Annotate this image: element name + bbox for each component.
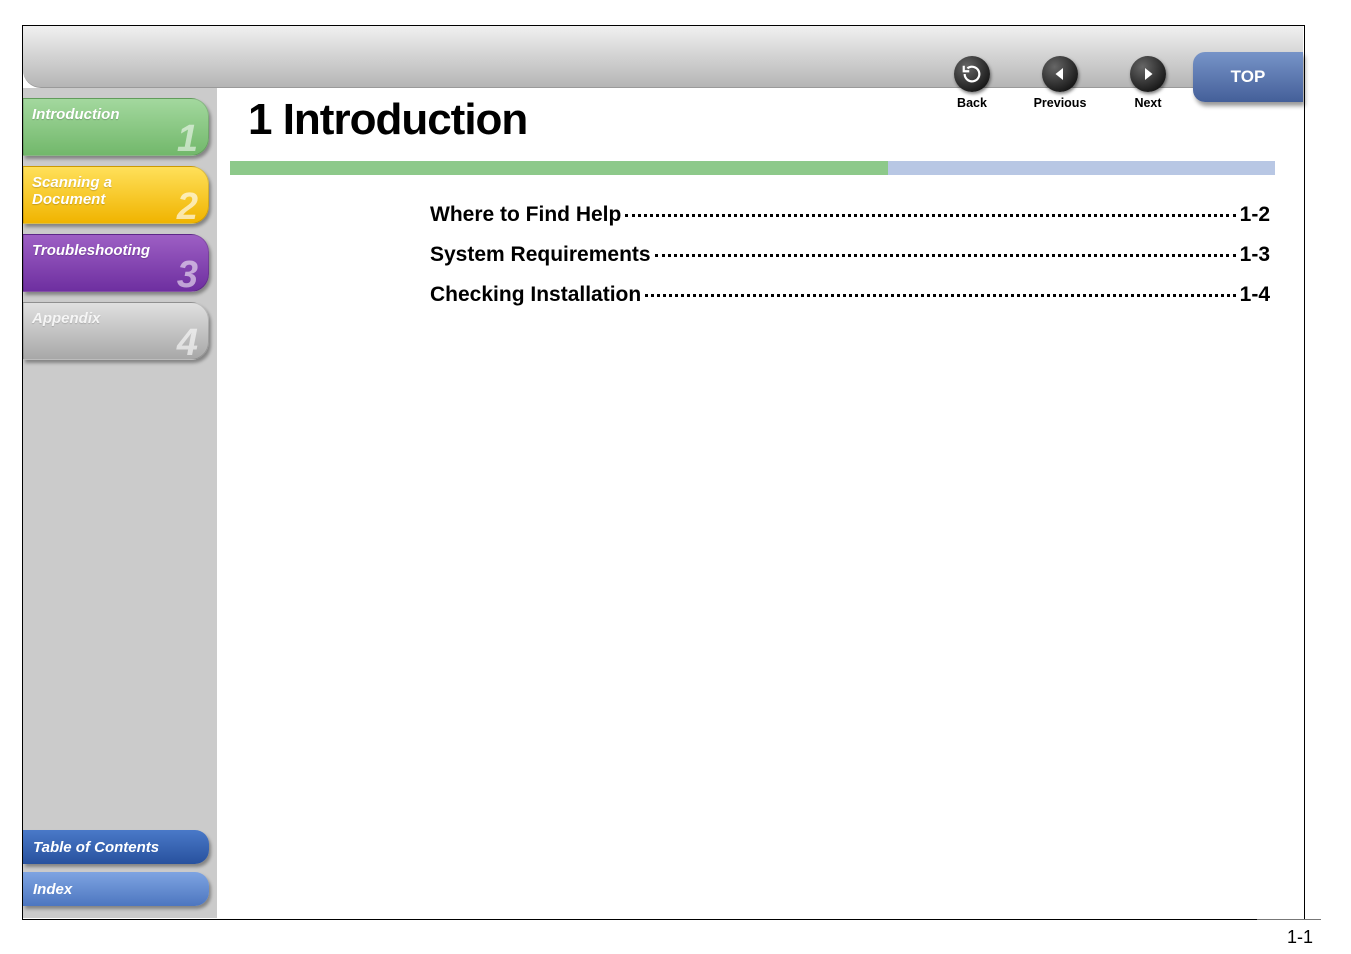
top-bar: Back Previous Next TOP [23, 26, 1303, 88]
toc-entry-page: 1-3 [1240, 243, 1270, 267]
sidebar-chapter-introduction[interactable]: Introduction 1 [23, 98, 209, 156]
top-label: TOP [1231, 67, 1266, 87]
index-label: Index [33, 881, 72, 898]
chapter-toc: Where to Find Help 1-2 System Requiremen… [430, 203, 1270, 307]
toc-entry-system-requirements[interactable]: System Requirements 1-3 [430, 243, 1270, 267]
sidebar-chapter-scanning[interactable]: Scanning a Document 2 [23, 166, 209, 224]
toc-label: Table of Contents [33, 839, 159, 856]
toc-leader-dots [645, 294, 1235, 297]
previous-icon [1042, 56, 1078, 92]
page-number-rule [1257, 919, 1321, 920]
toc-entry-page: 1-2 [1240, 203, 1270, 227]
chapter-number: 2 [177, 186, 198, 224]
chapter-label: Scanning a Document [32, 174, 112, 209]
table-of-contents-button[interactable]: Table of Contents [23, 830, 209, 864]
chapter-number: 4 [177, 322, 198, 360]
chapter-number: 1 [177, 118, 198, 156]
toc-entry-title: Checking Installation [430, 283, 641, 307]
page-title: 1 Introduction [248, 95, 1290, 145]
sidebar-chapter-appendix[interactable]: Appendix 4 [23, 302, 209, 360]
main-content: 1 Introduction Where to Find Help 1-2 Sy… [230, 95, 1290, 323]
sidebar: Introduction 1 Scanning a Document 2 Tro… [23, 88, 217, 918]
index-button[interactable]: Index [23, 872, 209, 906]
title-rule [230, 161, 1275, 175]
chapter-number: 3 [177, 254, 198, 292]
rule-blue [888, 161, 1275, 175]
toc-entry-title: Where to Find Help [430, 203, 621, 227]
chapter-label: Introduction [32, 106, 119, 123]
back-icon [954, 56, 990, 92]
sidebar-bottom-tabs: Table of Contents Index [23, 830, 217, 914]
chapter-label: Appendix [32, 310, 100, 327]
chapter-label: Troubleshooting [32, 242, 150, 259]
page-number: 1-1 [1287, 927, 1313, 948]
rule-green [230, 161, 888, 175]
next-icon [1130, 56, 1166, 92]
sidebar-chapter-troubleshooting[interactable]: Troubleshooting 3 [23, 234, 209, 292]
toc-entry-title: System Requirements [430, 243, 651, 267]
toc-leader-dots [655, 254, 1236, 257]
toc-leader-dots [625, 214, 1235, 217]
toc-entry-where-to-find-help[interactable]: Where to Find Help 1-2 [430, 203, 1270, 227]
toc-entry-page: 1-4 [1240, 283, 1270, 307]
toc-entry-checking-installation[interactable]: Checking Installation 1-4 [430, 283, 1270, 307]
